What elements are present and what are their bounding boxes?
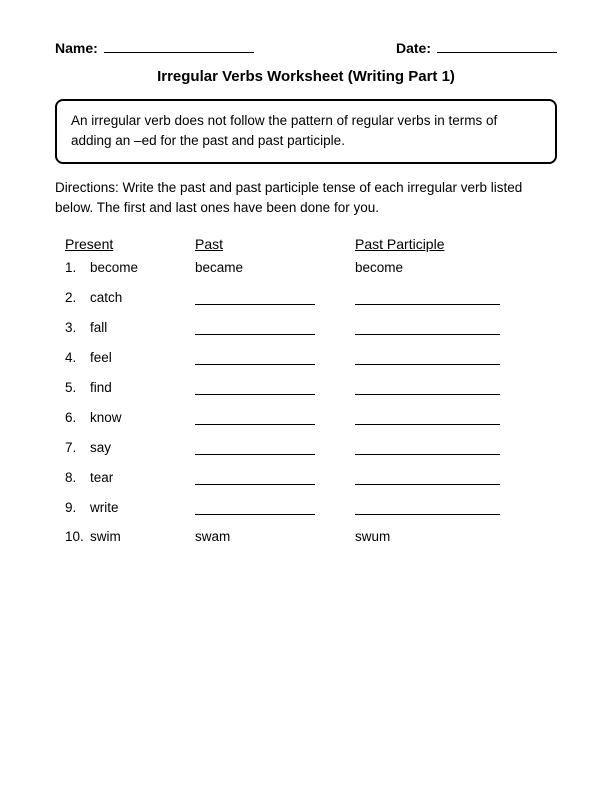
table-row: 8.tear [55, 469, 557, 485]
date-field: Date: [396, 40, 557, 56]
verb-present: catch [90, 290, 195, 305]
verb-past-participle [355, 319, 557, 335]
verb-present: write [90, 500, 195, 515]
pp-blank[interactable] [355, 439, 500, 455]
name-label: Name: [55, 40, 98, 56]
verb-past [195, 469, 355, 485]
table-row: 5.find [55, 379, 557, 395]
page-title: Irregular Verbs Worksheet (Writing Part … [55, 68, 557, 85]
name-input-line [104, 52, 254, 53]
column-header-past: Past [195, 236, 355, 252]
verb-past: became [195, 260, 355, 275]
table-row: 1.becomebecamebecome [55, 260, 557, 275]
verb-number: 10. [65, 529, 90, 544]
verb-past-participle: become [355, 260, 557, 275]
date-input-line [437, 52, 557, 53]
verb-present: know [90, 410, 195, 425]
verb-number: 9. [65, 500, 90, 515]
verb-past [195, 409, 355, 425]
verb-number: 5. [65, 380, 90, 395]
info-box: An irregular verb does not follow the pa… [55, 99, 557, 164]
directions-text: Directions: Write the past and past part… [55, 178, 557, 219]
verb-number: 6. [65, 410, 90, 425]
verb-present: say [90, 440, 195, 455]
verb-present: feel [90, 350, 195, 365]
verb-past-participle [355, 439, 557, 455]
verb-past-participle [355, 349, 557, 365]
verb-past [195, 349, 355, 365]
verb-past-participle [355, 469, 557, 485]
verb-past-participle [355, 499, 557, 515]
pp-blank[interactable] [355, 469, 500, 485]
past-blank[interactable] [195, 289, 315, 305]
pp-blank[interactable] [355, 289, 500, 305]
pp-blank[interactable] [355, 499, 500, 515]
table-row: 7.say [55, 439, 557, 455]
verb-past-participle [355, 409, 557, 425]
table-row: 2.catch [55, 289, 557, 305]
table-row: 10.swimswamswum [55, 529, 557, 544]
verb-number: 3. [65, 320, 90, 335]
past-blank[interactable] [195, 319, 315, 335]
verb-number: 1. [65, 260, 90, 275]
verb-past [195, 319, 355, 335]
verb-number: 4. [65, 350, 90, 365]
pp-blank[interactable] [355, 319, 500, 335]
past-blank[interactable] [195, 439, 315, 455]
verb-past-participle [355, 289, 557, 305]
verb-present: tear [90, 470, 195, 485]
verb-present: fall [90, 320, 195, 335]
table-row: 6.know [55, 409, 557, 425]
column-header-past-participle: Past Participle [355, 236, 557, 252]
verb-past [195, 379, 355, 395]
verb-past [195, 439, 355, 455]
name-field: Name: [55, 40, 254, 56]
table-row: 4.feel [55, 349, 557, 365]
past-blank[interactable] [195, 469, 315, 485]
verb-past-participle: swum [355, 529, 557, 544]
verb-number: 2. [65, 290, 90, 305]
pp-blank[interactable] [355, 379, 500, 395]
past-blank[interactable] [195, 379, 315, 395]
verb-past [195, 289, 355, 305]
verb-number: 8. [65, 470, 90, 485]
date-label: Date: [396, 40, 431, 56]
past-blank[interactable] [195, 349, 315, 365]
verb-past-participle [355, 379, 557, 395]
verb-past: swam [195, 529, 355, 544]
table-row: 3.fall [55, 319, 557, 335]
table-header: Present Past Past Participle [55, 236, 557, 252]
past-blank[interactable] [195, 499, 315, 515]
table-row: 9.write [55, 499, 557, 515]
verb-past [195, 499, 355, 515]
past-blank[interactable] [195, 409, 315, 425]
header: Name: Date: [55, 40, 557, 56]
pp-blank[interactable] [355, 349, 500, 365]
verb-present: swim [90, 529, 195, 544]
column-header-present: Present [65, 236, 195, 252]
verbs-list: 1.becomebecamebecome2.catch3.fall4.feel5… [55, 260, 557, 544]
pp-blank[interactable] [355, 409, 500, 425]
verb-present: become [90, 260, 195, 275]
verb-number: 7. [65, 440, 90, 455]
verb-present: find [90, 380, 195, 395]
